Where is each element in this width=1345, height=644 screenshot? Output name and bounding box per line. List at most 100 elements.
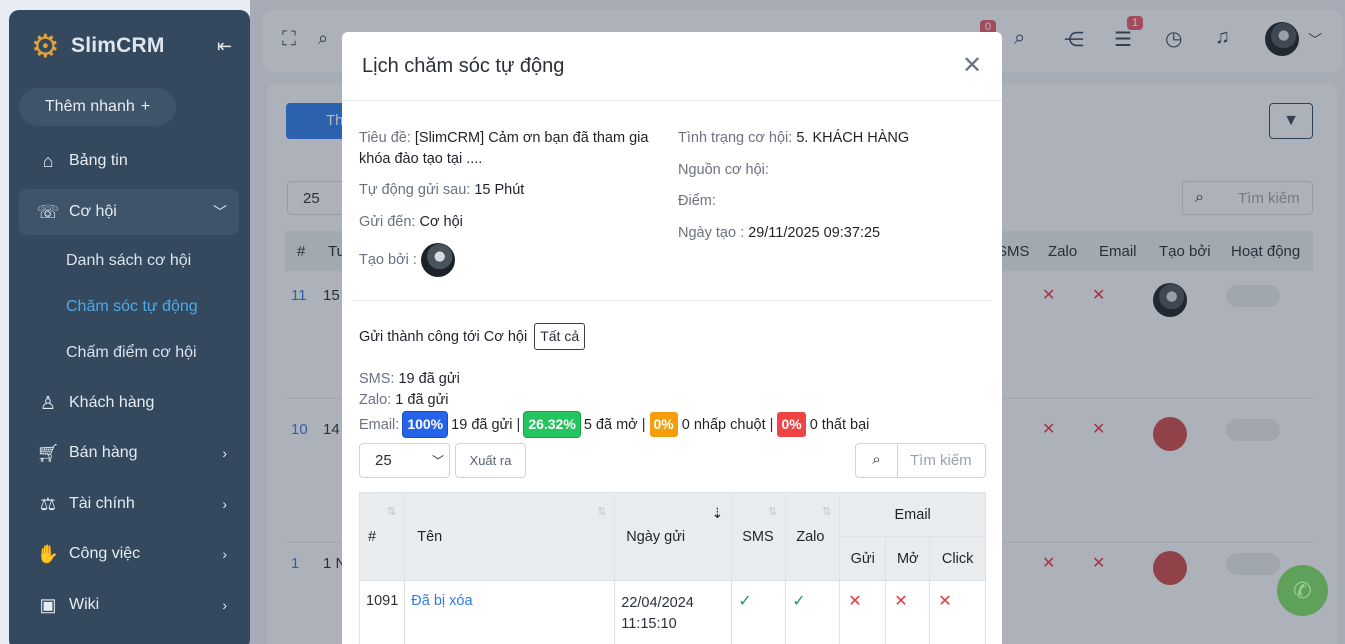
success-text: Gửi thành công tới Cơ hội	[359, 329, 528, 345]
sidebar-item-label: Cơ hội	[69, 203, 117, 220]
export-button[interactable]: Xuất ra	[455, 443, 526, 478]
handshake-icon: ✋	[36, 543, 60, 564]
col-email-group: Email	[839, 492, 986, 537]
check-icon: ✓	[792, 593, 806, 610]
scale-icon: ⚖	[39, 493, 57, 514]
all-filter-button[interactable]: Tất cả	[534, 323, 586, 350]
sidebar-item-sales[interactable]: 🛒︎ Bán hàng ›	[19, 430, 239, 476]
col-email-opened[interactable]: Mở	[885, 536, 931, 581]
sidebar-item-label: Tài chính	[69, 495, 135, 512]
sms-value: 19 đã gửi	[398, 371, 460, 387]
status-value: 5. KHÁCH HÀNG	[796, 130, 910, 146]
sidebar-item-tasks[interactable]: ✋ Công việc ›	[19, 531, 239, 577]
modal-header: Lịch chăm sóc tự động ✕	[342, 32, 1002, 101]
quick-add-label: Thêm nhanh	[44, 98, 135, 115]
sidebar-item-customers[interactable]: ♙ Khách hàng	[19, 380, 239, 426]
zalo-stat: Zalo: 1 đã gửi	[359, 390, 449, 411]
chevron-right-icon: ›	[222, 445, 227, 461]
send-to-label: Gửi đến:	[359, 214, 416, 230]
sidebar-subitem-lead-scoring[interactable]: Chấm điểm cơ hội	[66, 344, 197, 362]
plus-icon: +	[140, 98, 151, 115]
divider	[352, 300, 992, 301]
cross-icon: ✕	[938, 593, 952, 610]
info-status: Tình trạng cơ hội: 5. KHÁCH HÀNG	[678, 128, 909, 149]
col-sms[interactable]: SMS ⇅	[731, 492, 787, 581]
send-to-value: Cơ hội	[419, 214, 463, 230]
modal-search-box[interactable]: ⌕ Tìm kiếm	[855, 443, 986, 478]
sms-stat: SMS: 19 đã gửi	[359, 369, 460, 390]
sms-label: SMS:	[359, 371, 395, 387]
cell-date: 22/04/2024 11:15:10	[614, 580, 733, 644]
sort-desc-icon: ⇣	[711, 505, 724, 521]
status-label: Tình trạng cơ hội:	[678, 130, 793, 146]
sidebar-item-opportunities[interactable]: ☏ Cơ hội ﹀	[19, 189, 239, 235]
cell-name-link[interactable]: Đã bị xóa	[404, 580, 616, 644]
gear-logo-icon: ⚙	[31, 28, 60, 64]
score-label: Điểm:	[678, 193, 716, 209]
cell-sms: ✓	[731, 580, 787, 644]
brand[interactable]: ⚙ SlimCRM	[31, 30, 165, 62]
sidebar-item-news[interactable]: ⌂ Bảng tin	[19, 138, 239, 184]
auto-care-modal: Lịch chăm sóc tự động ✕ Tiêu đề: [SlimCR…	[342, 32, 1002, 644]
info-source: Nguồn cơ hội:	[678, 160, 769, 181]
cross-icon: ✕	[894, 593, 908, 610]
sidebar-item-finance[interactable]: ⚖ Tài chính ›	[19, 481, 239, 527]
collapse-sidebar-icon[interactable]: ⇤	[217, 36, 232, 57]
cell-email-opened: ✕	[885, 580, 931, 644]
zalo-label: Zalo:	[359, 392, 392, 408]
source-label: Nguồn cơ hội:	[678, 162, 769, 178]
page-size-select[interactable]: 25 ﹀	[359, 443, 450, 478]
title-label: Tiêu đề:	[359, 130, 411, 146]
col-zalo[interactable]: Zalo ⇅	[785, 492, 841, 581]
sidebar-subitem-auto-care[interactable]: Chăm sóc tự động	[66, 298, 198, 316]
phone-icon: ✆	[1293, 577, 1312, 603]
created-date-label: Ngày tạo :	[678, 225, 745, 241]
auto-send-value: 15 Phút	[474, 182, 525, 198]
info-title: Tiêu đề: [SlimCRM] Cảm ơn bạn đã tham gi…	[359, 128, 664, 170]
phone-icon: ☏	[36, 201, 60, 222]
email-click-pct-badge: 0%	[649, 412, 678, 437]
sidebar-item-wiki[interactable]: ▣ Wiki ›	[19, 582, 239, 628]
col-num[interactable]: # ⇅	[358, 492, 406, 581]
sidebar-item-label: Bán hàng	[69, 444, 138, 461]
col-email-click[interactable]: Click	[929, 536, 986, 581]
cross-icon: ✕	[848, 593, 862, 610]
vk-icon: ▣	[39, 594, 57, 615]
col-name[interactable]: Tên ⇅	[404, 492, 616, 581]
col-email-sent[interactable]: Gửi	[839, 536, 887, 581]
cell-email-click: ✕	[929, 580, 986, 644]
created-by-label: Tạo bởi :	[359, 251, 417, 268]
success-summary: Gửi thành công tới Cơ hội Tất cả	[359, 323, 586, 350]
created-date-value: 29/11/2025 09:37:25	[748, 225, 881, 241]
sidebar: ⚙ SlimCRM ⇤ Thêm nhanh + ⌂ Bảng tin ☏ Cơ…	[9, 10, 250, 644]
chevron-right-icon: ›	[222, 597, 227, 613]
send-date: 22/04/2024	[621, 595, 694, 611]
sort-icon: ⇅	[387, 506, 397, 518]
info-send-to: Gửi đến: Cơ hội	[359, 212, 463, 233]
sidebar-subitem-opportunity-list[interactable]: Danh sách cơ hội	[66, 252, 191, 270]
cart-icon: 🛒︎	[36, 442, 60, 463]
cell-num: 1091	[358, 580, 406, 644]
close-icon[interactable]: ✕	[962, 54, 982, 78]
search-placeholder: Tìm kiếm	[910, 452, 972, 469]
email-label: Email:	[359, 417, 400, 433]
chevron-down-icon: ﹀	[213, 204, 227, 220]
info-created-date: Ngày tạo : 29/11/2025 09:37:25	[678, 223, 880, 244]
modal-title: Lịch chăm sóc tự động	[362, 55, 565, 77]
home-icon: ⌂	[42, 150, 54, 171]
table-row[interactable]: 1091 Đã bị xóa 22/04/2024 11:15:10 ✓ ✓ ✕…	[358, 580, 986, 644]
cell-email-sent: ✕	[839, 580, 887, 644]
email-sent-value: 19 đã gửi	[451, 417, 513, 433]
sidebar-item-label: Wiki	[69, 596, 100, 613]
sort-icon: ⇅	[768, 506, 778, 518]
user-icon: ♙	[39, 392, 57, 413]
email-sent-pct-badge: 100%	[403, 412, 448, 437]
phone-call-button[interactable]: ✆	[1277, 565, 1328, 616]
email-open-pct-badge: 26.32%	[524, 412, 580, 437]
chevron-down-icon: ﹀	[432, 454, 445, 468]
sort-icon: ⇅	[822, 506, 832, 518]
quick-add-button[interactable]: Thêm nhanh +	[19, 88, 176, 126]
email-click-value: 0 nhấp chuột	[681, 417, 766, 433]
col-date[interactable]: Ngày gửi ⇣	[614, 492, 733, 581]
info-created-by: Tạo bởi :	[359, 243, 455, 277]
